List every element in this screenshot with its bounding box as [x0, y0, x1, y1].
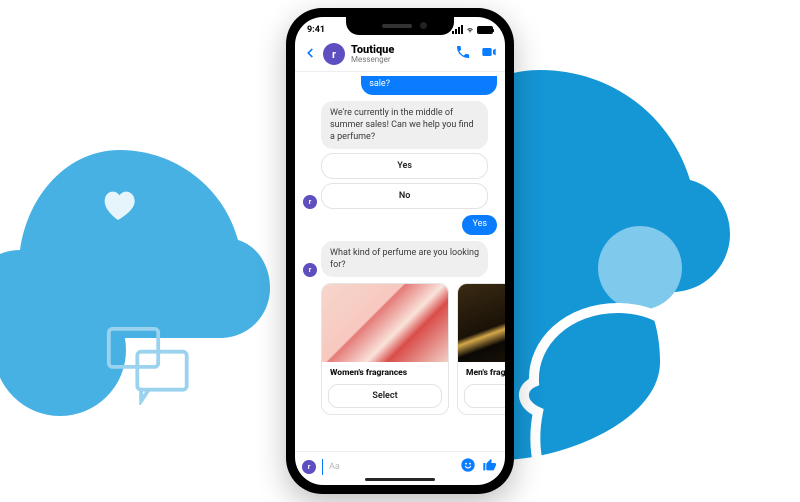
carousel-card: Women's fragrances Select [321, 283, 449, 415]
like-button[interactable] [482, 457, 498, 477]
user-message: sale? [361, 76, 497, 95]
card-select-button[interactable]: Select [328, 384, 442, 408]
emoji-button[interactable] [460, 457, 476, 477]
bot-avatar: r [303, 195, 317, 209]
cellular-icon [452, 25, 463, 34]
card-title: Women's fragrances [322, 362, 448, 380]
composer-cursor [322, 459, 323, 475]
home-indicator[interactable] [365, 478, 435, 481]
bot-message: We're currently in the middle of summer … [321, 101, 488, 149]
chat-header: r Toutique Messenger [295, 39, 505, 72]
message-input[interactable]: Aa [329, 462, 454, 472]
back-button[interactable] [303, 44, 317, 65]
bot-avatar: r [303, 263, 317, 277]
voice-call-button[interactable] [455, 44, 471, 64]
card-image-mens [458, 284, 505, 362]
phone-notch [346, 17, 454, 35]
chat-bubbles-icon [105, 325, 200, 405]
card-image-womens [322, 284, 448, 362]
quick-reply-no[interactable]: No [321, 183, 488, 209]
card-title: Men's fragrances [458, 362, 505, 380]
chat-subtitle: Messenger [351, 56, 449, 64]
phone-frame: 9:41 r Toutique Messenger [286, 8, 514, 494]
quick-reply-yes[interactable]: Yes [321, 153, 488, 179]
header-avatar[interactable]: r [323, 43, 345, 65]
user-message: Yes [462, 215, 497, 235]
phone-screen: 9:41 r Toutique Messenger [295, 17, 505, 485]
heart-icon [98, 185, 138, 225]
chat-body[interactable]: sale? r We're currently in the middle of… [295, 72, 505, 451]
carousel-card: Men's fragrances Select [457, 283, 505, 415]
composer-avatar: r [302, 460, 316, 474]
card-select-button[interactable]: Select [464, 384, 505, 408]
wifi-icon [465, 26, 475, 34]
video-call-button[interactable] [481, 44, 497, 64]
status-indicators [452, 25, 493, 34]
header-title-block[interactable]: Toutique Messenger [351, 44, 449, 64]
status-time: 9:41 [307, 25, 325, 35]
bot-message: What kind of perfume are you looking for… [321, 241, 488, 277]
chat-title: Toutique [351, 44, 449, 56]
battery-icon [477, 26, 493, 34]
product-carousel[interactable]: Women's fragrances Select Men's fragranc… [321, 283, 497, 415]
head-silhouette-icon [510, 292, 720, 502]
